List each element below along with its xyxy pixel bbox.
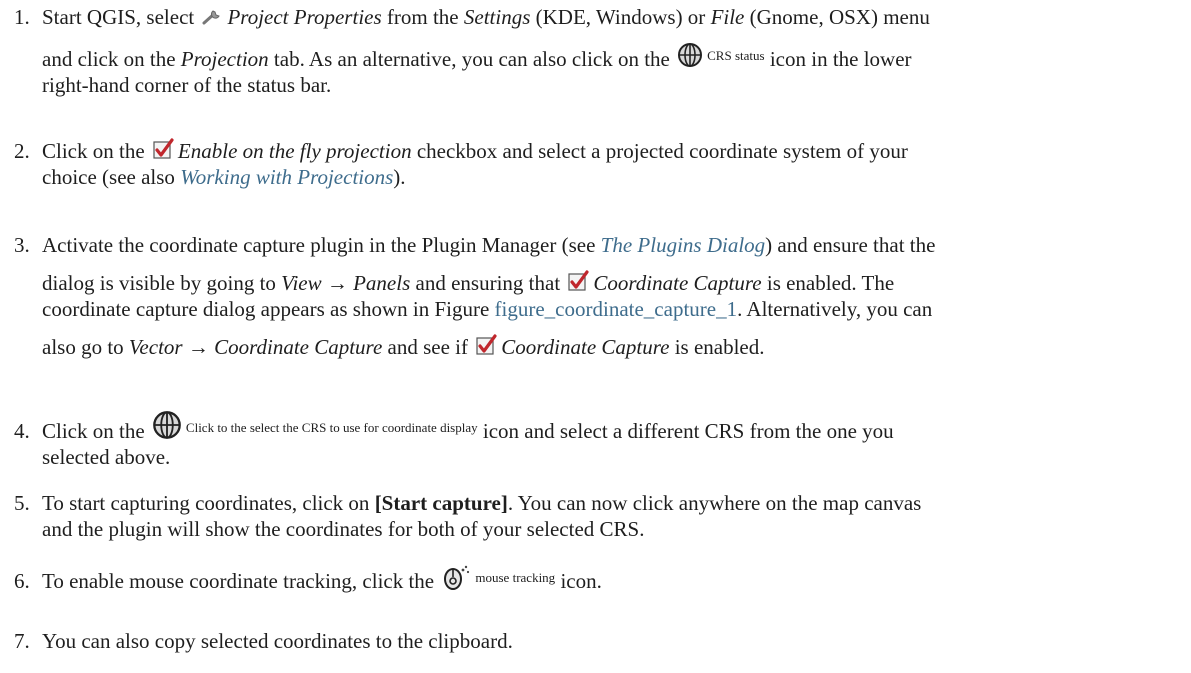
wrench-icon bbox=[201, 8, 223, 26]
text: icon. bbox=[560, 569, 602, 593]
link-working-with-projections[interactable]: Working with Projections bbox=[180, 165, 393, 189]
text: checkbox and select a projected coordina… bbox=[416, 139, 908, 163]
icon-label: mouse tracking bbox=[475, 570, 556, 585]
step-4-line-2: selected above. bbox=[14, 444, 1164, 470]
checkbox-label: Enable on the fly projection bbox=[177, 139, 412, 163]
step-3: 3. Activate the coordinate capture plugin… bbox=[14, 232, 1164, 360]
step-1: 1. Start QGIS, select Project Properties … bbox=[14, 4, 1164, 98]
text: selected above. bbox=[42, 445, 171, 469]
text: icon in the lower bbox=[769, 47, 912, 71]
text: coordinate capture dialog appears as sho… bbox=[42, 297, 490, 321]
step-3-line-4: also go to Vector → Coordinate Capture a… bbox=[14, 334, 1164, 360]
menu-item-project-properties: Project Properties bbox=[227, 5, 382, 29]
text: tab. As an alternative, you can also cli… bbox=[273, 47, 670, 71]
text: ) and ensure that the bbox=[765, 233, 936, 257]
menu-view: View bbox=[281, 271, 322, 295]
menu-coordinate-capture: Coordinate Capture bbox=[214, 335, 383, 359]
text: . You can now click anywhere on the map … bbox=[507, 491, 922, 515]
checked-checkbox-icon bbox=[567, 270, 590, 292]
text: dialog is visible by going to bbox=[42, 271, 276, 295]
arrow: → bbox=[326, 271, 348, 295]
text: Activate the coordinate capture plugin i… bbox=[42, 233, 596, 257]
step-5-line-1: 5. To start capturing coordinates, click … bbox=[14, 490, 1164, 516]
text: Start QGIS, select bbox=[42, 5, 195, 29]
tab-projection: Projection bbox=[180, 47, 269, 71]
text: icon and select a different CRS from the… bbox=[482, 419, 894, 443]
text: is enabled. The bbox=[766, 271, 895, 295]
step-number: 2. bbox=[14, 139, 30, 163]
panel-coordinate-capture: Coordinate Capture bbox=[593, 271, 762, 295]
step-6: 6. To enable mouse coordinate tracking, c… bbox=[14, 564, 1164, 594]
step-1-line-1: 1. Start QGIS, select Project Properties … bbox=[14, 4, 1164, 30]
step-1-line-2: and click on the Projection tab. As an a… bbox=[14, 42, 1164, 72]
arrow: → bbox=[187, 335, 209, 359]
crs-globe-icon bbox=[152, 410, 182, 440]
text: . Alternatively, you can bbox=[737, 297, 933, 321]
text: (Gnome, OSX) menu bbox=[749, 5, 930, 29]
crs-globe-icon bbox=[677, 42, 703, 68]
step-5: 5. To start capturing coordinates, click … bbox=[14, 490, 1164, 542]
step-number: 3. bbox=[14, 233, 30, 257]
step-number: 4. bbox=[14, 419, 30, 443]
link-figure-coordinate-capture[interactable]: figure_coordinate_capture_1 bbox=[495, 297, 738, 321]
checked-checkbox-icon bbox=[152, 138, 174, 160]
mouse-tracking-icon bbox=[441, 564, 471, 590]
text: and ensuring that bbox=[415, 271, 561, 295]
step-1-line-3: right-hand corner of the status bar. bbox=[14, 72, 1164, 98]
document: 1. Start QGIS, select Project Properties … bbox=[0, 0, 1191, 673]
text: Click on the bbox=[42, 139, 145, 163]
step-6-line-1: 6. To enable mouse coordinate tracking, c… bbox=[14, 564, 1164, 594]
text: ). bbox=[393, 165, 406, 189]
panel-coordinate-capture: Coordinate Capture bbox=[501, 335, 670, 359]
menu-file: File bbox=[710, 5, 745, 29]
text: To start capturing coordinates, click on bbox=[42, 491, 370, 515]
text: and see if bbox=[387, 335, 468, 359]
step-2: 2. Click on the Enable on the fly project… bbox=[14, 138, 1164, 190]
start-capture-label: [Start capture] bbox=[374, 491, 508, 515]
text: choice (see also bbox=[42, 165, 175, 189]
text: right-hand corner of the status bar. bbox=[42, 73, 332, 97]
step-7: 7. You can also copy selected coordinates… bbox=[14, 628, 1164, 654]
menu-vector: Vector bbox=[128, 335, 183, 359]
text: from the bbox=[386, 5, 459, 29]
step-2-line-2: choice (see also Working with Projection… bbox=[14, 164, 1164, 190]
step-number: 6. bbox=[14, 569, 30, 593]
icon-label: CRS status bbox=[707, 48, 765, 63]
checked-checkbox-icon bbox=[475, 334, 497, 356]
step-4: 4. Click on the Click to the select the C… bbox=[14, 410, 1164, 470]
text: also go to bbox=[42, 335, 124, 359]
icon-label: Click to the select the CRS to use for c… bbox=[185, 420, 478, 435]
step-number: 7. bbox=[14, 629, 30, 653]
step-3-line-2: dialog is visible by going to View → Pan… bbox=[14, 270, 1164, 296]
step-3-line-3: coordinate capture dialog appears as sho… bbox=[14, 296, 1164, 322]
link-plugins-dialog[interactable]: The Plugins Dialog bbox=[601, 233, 766, 257]
step-number: 1. bbox=[14, 5, 30, 29]
text: and the plugin will show the coordinates… bbox=[42, 517, 645, 541]
text: Click on the bbox=[42, 419, 145, 443]
step-3-line-1: 3. Activate the coordinate capture plugin… bbox=[14, 232, 1164, 258]
step-5-line-2: and the plugin will show the coordinates… bbox=[14, 516, 1164, 542]
menu-panels: Panels bbox=[353, 271, 411, 295]
step-4-line-1: 4. Click on the Click to the select the C… bbox=[14, 410, 1164, 444]
step-7-line-1: 7. You can also copy selected coordinates… bbox=[14, 628, 1164, 654]
step-number: 5. bbox=[14, 491, 30, 515]
text: You can also copy selected coordinates t… bbox=[42, 629, 513, 653]
text: (KDE, Windows) or bbox=[535, 5, 706, 29]
text: To enable mouse coordinate tracking, cli… bbox=[42, 569, 435, 593]
text: is enabled. bbox=[674, 335, 765, 359]
step-2-line-1: 2. Click on the Enable on the fly project… bbox=[14, 138, 1164, 164]
menu-settings: Settings bbox=[463, 5, 531, 29]
text: and click on the bbox=[42, 47, 176, 71]
